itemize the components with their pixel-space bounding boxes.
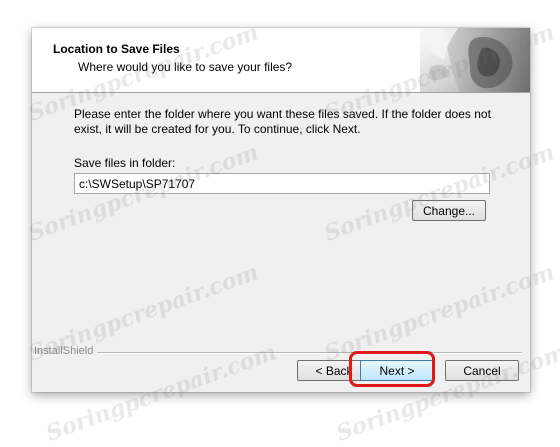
installshield-label: InstallShield	[34, 345, 98, 357]
dialog-subtitle: Where would you like to save your files?	[78, 60, 293, 74]
location-to-save-files-dialog: Location to Save Files Where would you l…	[32, 28, 530, 392]
setup-wizard-art-icon	[420, 28, 530, 92]
cancel-button[interactable]: Cancel	[445, 360, 519, 381]
save-folder-label: Save files in folder:	[74, 156, 176, 170]
dialog-body: Please enter the folder where you want t…	[32, 93, 530, 345]
change-button[interactable]: Change...	[412, 200, 486, 221]
installshield-brand-row: InstallShield	[32, 345, 530, 359]
dialog-footer: InstallShield < Back Next > Cancel	[32, 345, 530, 392]
dialog-header: Location to Save Files Where would you l…	[32, 28, 530, 93]
next-button[interactable]: Next >	[360, 360, 434, 381]
dialog-title: Location to Save Files	[53, 42, 180, 56]
save-folder-input[interactable]	[74, 173, 490, 194]
instructions-text: Please enter the folder where you want t…	[74, 107, 491, 136]
brand-divider	[92, 352, 522, 354]
